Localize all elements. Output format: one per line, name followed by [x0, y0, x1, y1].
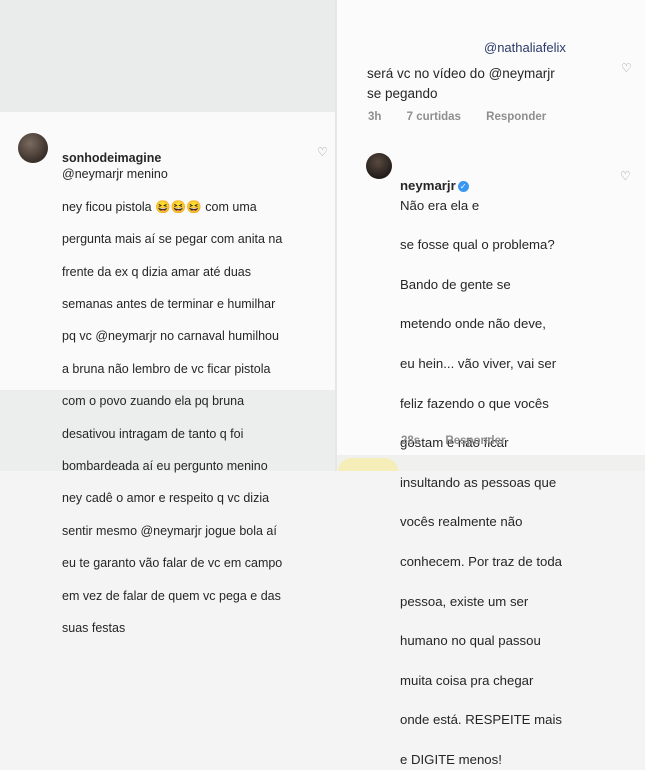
comment-line-3: pergunta mais aí se pegar com anita na — [62, 232, 283, 247]
left-comment-text: sonhodeimagine @neymarjr menino ney fico… — [62, 134, 324, 636]
comment-line-14: em vez de falar de quem vc pega e das — [62, 588, 281, 603]
comment-line-10: conhecem. Por traz de toda — [400, 553, 563, 569]
comment-line-8: com o povo zuando ela pq bruna — [62, 394, 245, 409]
comment-line-9: desativou intragam de tanto q foi — [62, 426, 244, 441]
comment-line-7: a bruna não lembro de vc ficar pistola — [62, 361, 271, 376]
comment-line-6: feliz fazendo o que vocês — [400, 395, 549, 411]
comment-line-2: se fosse qual o problema? — [400, 237, 555, 253]
comment-line-5: eu hein... vão viver, vai ser — [400, 355, 557, 371]
yellow-shape — [338, 458, 398, 471]
timestamp: 3h — [368, 111, 382, 123]
panel-divider — [335, 0, 337, 471]
comment-line-4: frente da ex q dizia amar até duas — [62, 264, 252, 279]
avatar[interactable] — [18, 133, 48, 163]
comment-line-6: pq vc @neymarjr no carnaval humilhou — [62, 329, 279, 344]
comment-line-3: Bando de gente se — [400, 276, 511, 292]
comment-line-2: ney ficou pistola 😆😆😆 com uma — [62, 199, 257, 214]
heart-icon[interactable]: ♡ — [621, 62, 633, 74]
comment-line-9: vocês realmente não — [400, 514, 523, 530]
verified-badge-icon: ✓ — [457, 180, 469, 192]
heart-icon[interactable]: ♡ — [317, 146, 329, 158]
comment-line-1: Não era ela e — [400, 197, 480, 213]
comment-line-11: pessoa, existe um ser — [400, 593, 529, 609]
neymar-comment-text: neymarjr ✓ Não era ela e se fosse qual o … — [400, 156, 610, 770]
username[interactable]: neymarjr — [400, 178, 456, 193]
left-top-band — [0, 0, 335, 112]
comment-line-13: eu te garanto vão falar de vc em campo — [62, 556, 283, 571]
comment-line-13: muita coisa pra chegar — [400, 672, 534, 688]
likes-count[interactable]: 7 curtidas — [407, 111, 461, 123]
reply-line-1: será vc no vídeo do @neymarjr — [367, 66, 555, 81]
reply-button[interactable]: Responder — [486, 111, 546, 123]
heart-icon[interactable]: ♡ — [620, 170, 632, 182]
comment-line-15: suas festas — [62, 621, 126, 636]
comment-line-11: ney cadê o amor e respeito q vc dizia — [62, 491, 270, 506]
reply-meta: 3h 7 curtidas Responder — [368, 111, 568, 123]
reply-line-2: se pegando — [367, 85, 438, 101]
neymar-meta: 28s Responder — [401, 435, 527, 447]
comment-line-1: @neymarjr menino — [62, 167, 168, 182]
comment-line-14: onde está. RESPEITE mais — [400, 712, 562, 728]
comment-line-12: sentir mesmo @neymarjr jogue bola aí — [62, 523, 277, 538]
comment-line-15: e DIGITE menos! — [400, 751, 502, 767]
reply-comment-text: será vc no vídeo do @neymarjr se pegando — [367, 64, 607, 103]
comment-line-4: metendo onde não deve, — [400, 316, 546, 332]
username[interactable]: sonhodeimagine — [62, 151, 161, 165]
comment-line-8: insultando as pessoas que — [400, 474, 557, 490]
reply-button[interactable]: Responder — [445, 435, 505, 447]
mention-nathaliafelix[interactable]: @nathaliafelix — [484, 40, 566, 55]
comment-line-12: humano no qual passou — [400, 633, 541, 649]
avatar[interactable] — [366, 153, 392, 179]
timestamp: 28s — [401, 435, 421, 447]
comment-line-5: semanas antes de terminar e humilhar — [62, 297, 276, 312]
